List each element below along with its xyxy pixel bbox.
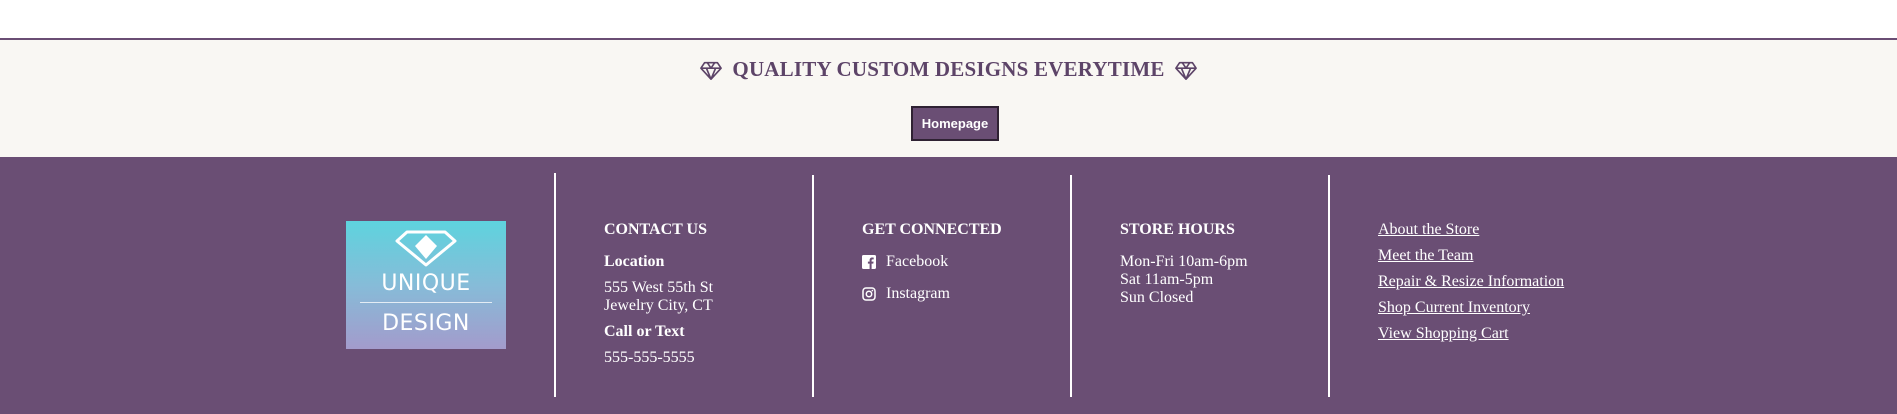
tagline-text: QUALITY CUSTOM DESIGNS EVERYTIME	[732, 57, 1165, 81]
hours-saturday: Sat 11am-5pm	[1120, 271, 1214, 288]
contact-column: CONTACT US Location 555 West 55th St Jew…	[604, 221, 713, 367]
connected-heading: GET CONNECTED	[862, 221, 1002, 238]
facebook-label: Facebook	[886, 253, 949, 270]
facebook-icon	[862, 255, 876, 269]
link-shopping-cart[interactable]: View Shopping Cart	[1378, 325, 1564, 343]
hours-weekday: Mon-Fri 10am-6pm	[1120, 253, 1248, 270]
link-meet-team[interactable]: Meet the Team	[1378, 247, 1564, 265]
connected-column: GET CONNECTED Facebook Instagram	[862, 221, 1002, 303]
column-divider	[554, 173, 556, 397]
instagram-icon	[862, 287, 876, 301]
diamond-logo-icon	[395, 230, 457, 267]
hours-column: STORE HOURS Mon-Fri 10am-6pm Sat 11am-5p…	[1120, 221, 1248, 307]
contact-heading: CONTACT US	[604, 221, 707, 238]
hours-sunday: Sun Closed	[1120, 289, 1194, 306]
link-shop-inventory[interactable]: Shop Current Inventory	[1378, 299, 1564, 317]
hours-heading: STORE HOURS	[1120, 221, 1235, 238]
instagram-link[interactable]: Instagram	[862, 285, 1002, 303]
links-column: About the Store Meet the Team Repair & R…	[1378, 221, 1564, 343]
logo-word-design: DESIGN	[382, 311, 470, 336]
address-line-1: 555 West 55th St	[604, 279, 714, 296]
link-about-store[interactable]: About the Store	[1378, 221, 1564, 239]
phone-number[interactable]: 555-555-5555	[604, 349, 713, 367]
address-line-2: Jewelry City, CT	[604, 297, 713, 314]
logo[interactable]: UNIQUE DESIGN	[346, 221, 506, 349]
column-divider	[1070, 175, 1072, 397]
tagline-row: QUALITY CUSTOM DESIGNS EVERYTIME	[0, 57, 1897, 82]
top-strip	[0, 0, 1897, 40]
column-divider	[1328, 175, 1330, 397]
facebook-link[interactable]: Facebook	[862, 253, 1002, 271]
link-repair-resize[interactable]: Repair & Resize Information	[1378, 273, 1564, 291]
location-label: Location	[604, 253, 665, 270]
instagram-label: Instagram	[886, 285, 950, 302]
diamond-icon	[700, 61, 723, 80]
logo-rule	[360, 302, 492, 303]
column-divider	[812, 175, 814, 397]
phone-label: Call or Text	[604, 323, 685, 340]
diamond-icon	[1174, 61, 1197, 80]
logo-word-unique: UNIQUE	[381, 271, 471, 296]
homepage-button[interactable]: Homepage	[911, 106, 999, 141]
